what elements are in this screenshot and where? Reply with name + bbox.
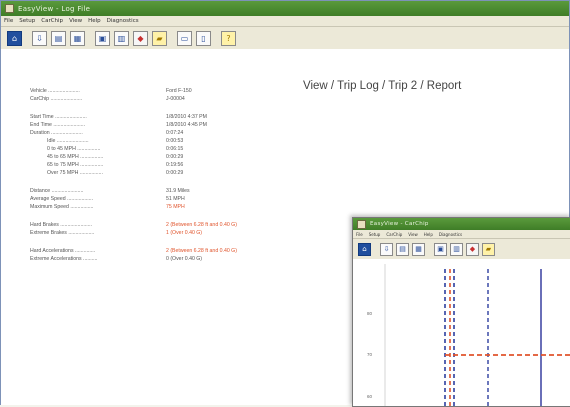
report-row-duration: Duration ...................... 0:07:24	[30, 130, 184, 136]
home-icon[interactable]: ⌂	[358, 242, 371, 256]
trip-icon[interactable]: ▦	[70, 30, 85, 46]
report-icon[interactable]: ▣	[95, 30, 110, 46]
inset-chart-window[interactable]: EasyView - CarChip File Setup CarChip Vi…	[352, 217, 570, 407]
speed-plot: 80 70 60	[353, 259, 570, 406]
menu-setup[interactable]: Setup	[19, 18, 35, 24]
breadcrumb: View / Trip Log / Trip 2 / Report	[303, 80, 462, 92]
trip-report: Vehicle ...................... Ford F-150…	[30, 87, 237, 263]
plot-canvas	[384, 264, 570, 406]
log-icon[interactable]: ▥	[114, 30, 129, 46]
folder-icon[interactable]: ▰	[482, 242, 495, 256]
alarm-icon[interactable]: ◆	[133, 30, 148, 46]
report-row-0-45: 0 to 45 MPH ................ 0:06:15	[47, 146, 184, 152]
menu-file[interactable]: File	[4, 18, 13, 24]
menu-diagnostics[interactable]: Diagnostics	[107, 18, 139, 24]
toolbar: ⌂ ⇩ ▤ ▦ ▣ ▥ ◆ ▰ ▭ ▯ ?	[1, 27, 569, 50]
inset-menu-bar: File Setup CarChip View Help Diagnostics	[353, 230, 570, 239]
chart-icon[interactable]: ▤	[51, 30, 66, 46]
report-row-hard-accelerations: Hard Accelerations .............. 2 (Betw…	[30, 248, 237, 254]
report-row-end-time: End Time ...................... 1/8/2010 …	[30, 122, 207, 128]
menu-carchip[interactable]: CarChip	[41, 18, 63, 24]
inset-menu-carchip[interactable]: CarChip	[386, 232, 402, 237]
inset-app-icon	[357, 219, 366, 229]
report-row-maximum-speed: Maximum Speed ................ 75 MPH	[30, 204, 185, 210]
home-icon[interactable]: ⌂	[7, 30, 22, 46]
report-row-extreme-accelerations: Extreme Accelerations .......... 0 (Over …	[30, 256, 203, 262]
report-row-65-75: 65 to 75 MPH ................ 0:19:56	[47, 162, 184, 168]
report-row-extreme-brakes: Extreme Brakes .................. 1 (Over…	[30, 230, 203, 236]
report-icon[interactable]: ▣	[434, 242, 447, 256]
inset-menu-setup[interactable]: Setup	[369, 232, 381, 237]
menu-help[interactable]: Help	[88, 18, 101, 24]
report-row-over-75: Over 75 MPH ................ 0:00:29	[47, 170, 184, 176]
report-row-vehicle: Vehicle ...................... Ford F-150	[30, 88, 192, 94]
inset-title-bar[interactable]: EasyView - CarChip	[353, 218, 570, 230]
report-row-start-time: Start Time ...................... 1/8/201…	[30, 114, 207, 120]
page-icon[interactable]: ▯	[196, 30, 211, 46]
report-row-carchip: CarChip ...................... J-00004	[30, 96, 185, 102]
inset-menu-help[interactable]: Help	[424, 232, 433, 237]
inset-menu-file[interactable]: File	[356, 232, 363, 237]
app-icon	[5, 4, 14, 13]
inset-menu-diagnostics[interactable]: Diagnostics	[439, 232, 462, 237]
inset-window-title: EasyView - CarChip	[370, 221, 429, 227]
report-row-hard-brakes: Hard Brakes ...................... 2 (Bet…	[30, 222, 237, 228]
print-icon[interactable]: ▭	[177, 30, 192, 46]
title-bar[interactable]: EasyView - Log File	[1, 1, 569, 16]
inset-toolbar: ⌂ ⇩ ▤ ▦ ▣ ▥ ◆ ▰	[353, 239, 570, 260]
chart-icon[interactable]: ▤	[396, 242, 409, 256]
inset-menu-view[interactable]: View	[408, 232, 418, 237]
window-title: EasyView - Log File	[18, 4, 91, 13]
trip-icon[interactable]: ▦	[412, 242, 425, 256]
log-icon[interactable]: ▥	[450, 242, 463, 256]
menu-bar: File Setup CarChip View Help Diagnostics	[1, 16, 569, 27]
download-icon[interactable]: ⇩	[380, 242, 393, 256]
folder-icon[interactable]: ▰	[152, 30, 167, 46]
help-icon[interactable]: ?	[221, 30, 236, 46]
alarm-icon[interactable]: ◆	[466, 242, 479, 256]
report-row-distance: Distance ...................... 31.9 Mile…	[30, 188, 190, 194]
report-row-average-speed: Average Speed .................. 51 MPH	[30, 196, 185, 202]
report-row-idle: Idle ...................... 0:00:53	[47, 138, 184, 144]
download-icon[interactable]: ⇩	[32, 30, 47, 46]
menu-view[interactable]: View	[69, 18, 82, 24]
report-row-45-65: 45 to 65 MPH ................ 0:00:29	[47, 154, 184, 160]
